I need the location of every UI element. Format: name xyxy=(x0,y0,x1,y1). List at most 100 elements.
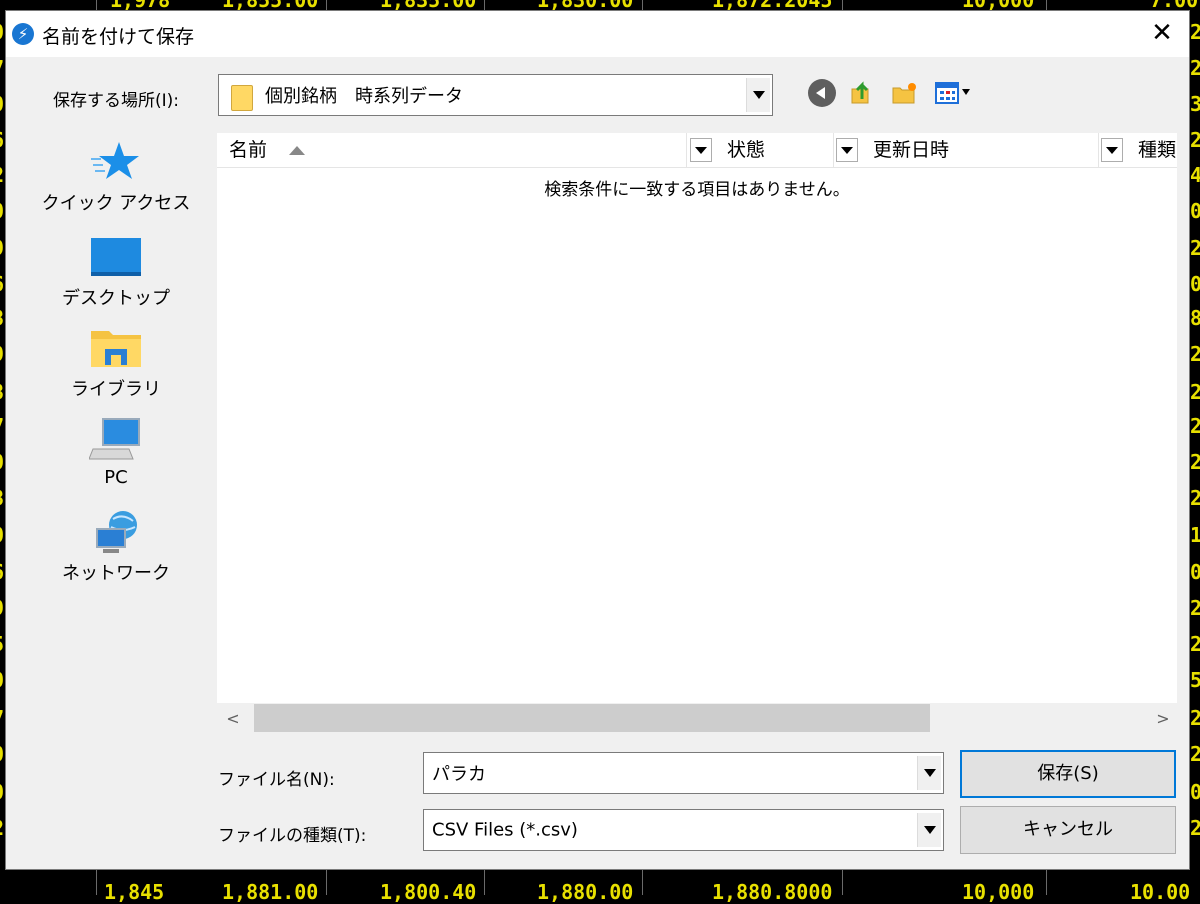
bg-bottom-value: 10,000 xyxy=(962,880,1035,904)
bg-edge-digit: 2 xyxy=(1190,236,1200,260)
filename-label: ファイル名(N): xyxy=(218,770,335,790)
file-list[interactable]: 名前 状態 更新日時 種類 検索条件に一致する項目はありません。 xyxy=(217,133,1177,703)
location-dropdown[interactable]: 個別銘柄 時系列データ xyxy=(218,74,773,116)
column-header-modified[interactable]: 更新日時 xyxy=(861,133,1099,167)
bg-bottom-value: 1,800.40 xyxy=(380,880,477,904)
place-desktop[interactable]: デスクトップ xyxy=(26,234,206,310)
bg-edge-digit: 6 xyxy=(0,128,4,152)
place-label: ライブラリ xyxy=(71,379,161,400)
bg-edge-digit: 0 xyxy=(0,523,4,547)
filename-input[interactable]: パラカ xyxy=(423,752,944,794)
close-button[interactable]: ✕ xyxy=(1135,11,1189,57)
bg-edge-digit: 0 xyxy=(0,20,4,44)
column-filter-dropdown[interactable] xyxy=(690,138,712,162)
bg-edge-digit: 0 xyxy=(1190,560,1200,584)
new-folder-icon[interactable] xyxy=(890,79,918,107)
column-label: 種類 xyxy=(1138,139,1177,161)
scroll-thumb[interactable] xyxy=(254,704,930,732)
bg-bottom-value: 10.00 xyxy=(1130,880,1191,904)
place-network[interactable]: ネットワーク xyxy=(26,509,206,585)
column-label: 状態 xyxy=(727,139,766,161)
horizontal-scrollbar[interactable]: < > xyxy=(217,703,1177,737)
bg-edge-digit: 0 xyxy=(0,668,4,692)
bg-edge-digit: 7 xyxy=(0,56,4,80)
chevron-down-icon[interactable] xyxy=(917,813,941,847)
bg-edge-digit: 8 xyxy=(1190,306,1200,330)
library-icon xyxy=(89,325,143,371)
column-label: 名前 xyxy=(229,139,268,161)
bg-edge-digit: 9 xyxy=(0,236,4,260)
bg-edge-digit: 7 xyxy=(0,706,4,730)
bg-edge-digit: 5 xyxy=(0,632,4,656)
bg-edge-digit: 2 xyxy=(1190,742,1200,766)
title-bar: ⚡ 名前を付けて保存 ✕ xyxy=(6,11,1189,57)
bg-edge-digit: 9 xyxy=(0,596,4,620)
bg-edge-digit: 0 xyxy=(1190,780,1200,804)
bg-bottom-value: 1,880.00 xyxy=(537,880,634,904)
bg-edge-digit: 8 xyxy=(0,486,4,510)
bg-edge-digit: 2 xyxy=(0,816,4,840)
place-quick-access[interactable]: クイック アクセス xyxy=(26,139,206,215)
bg-edge-digit: 6 xyxy=(0,272,4,296)
chevron-down-icon[interactable] xyxy=(746,78,770,112)
column-filter-dropdown[interactable] xyxy=(1101,138,1123,162)
column-header-type[interactable]: 種類 xyxy=(1126,133,1177,167)
bg-edge-digit: 2 xyxy=(1190,816,1200,840)
bg-edge-digit: 7 xyxy=(0,414,4,438)
bg-edge-digit: 3 xyxy=(1190,92,1200,116)
column-header-status[interactable]: 状態 xyxy=(715,133,834,167)
column-label: 更新日時 xyxy=(873,139,950,161)
save-as-dialog: ⚡ 名前を付けて保存 ✕ 保存する場所(I): 個別銘柄 時系列データ クイック… xyxy=(5,10,1190,870)
filetype-value: CSV Files (*.csv) xyxy=(432,819,578,841)
bg-edge-digit: 2 xyxy=(1190,486,1200,510)
bg-edge-digit: 2 xyxy=(1190,596,1200,620)
bg-edge-digit: 2 xyxy=(1190,20,1200,44)
bg-edge-digit: 0 xyxy=(0,742,4,766)
column-filter-dropdown[interactable] xyxy=(836,138,858,162)
bg-bottom-value: 1,880.8000 xyxy=(712,880,833,904)
place-label: PC xyxy=(104,467,128,488)
chevron-down-icon[interactable] xyxy=(917,756,941,790)
bg-edge-digit: 2 xyxy=(1190,632,1200,656)
filetype-dropdown[interactable]: CSV Files (*.csv) xyxy=(423,809,944,851)
cancel-button[interactable]: キャンセル xyxy=(960,806,1176,854)
filetype-label: ファイルの種類(T): xyxy=(218,826,367,846)
bg-bottom-value: 1,845 xyxy=(104,880,165,904)
bg-edge-digit: 6 xyxy=(0,560,4,584)
bg-edge-digit: 2 xyxy=(1190,56,1200,80)
folder-icon xyxy=(231,85,253,111)
place-library[interactable]: ライブラリ xyxy=(26,325,206,401)
bg-edge-digit: 9 xyxy=(0,342,4,366)
bg-edge-digit: 2 xyxy=(1190,380,1200,404)
bg-edge-digit: 0 xyxy=(0,780,4,804)
bg-edge-digit: 0 xyxy=(0,92,4,116)
filename-value: パラカ xyxy=(432,764,486,785)
view-menu-icon[interactable] xyxy=(934,79,976,107)
network-icon xyxy=(89,509,143,555)
back-icon[interactable] xyxy=(808,79,836,107)
place-pc[interactable]: PC xyxy=(26,417,206,488)
empty-list-message: 検索条件に一致する項目はありません。 xyxy=(544,180,850,200)
scroll-right-button[interactable]: > xyxy=(1153,709,1173,729)
bg-edge-digit: 2 xyxy=(1190,414,1200,438)
location-label: 保存する場所(I): xyxy=(53,91,180,111)
save-button[interactable]: 保存(S) xyxy=(960,750,1176,798)
place-label: ネットワーク xyxy=(62,563,170,584)
desktop-icon xyxy=(89,234,143,280)
dialog-title: 名前を付けて保存 xyxy=(42,26,195,48)
bg-edge-digit: 5 xyxy=(1190,668,1200,692)
bg-edge-digit: 0 xyxy=(1190,272,1200,296)
column-header-name[interactable]: 名前 xyxy=(217,133,687,167)
app-lightning-icon: ⚡ xyxy=(12,23,34,45)
bg-edge-digit: 2 xyxy=(1190,706,1200,730)
bg-bottom-value: 1,881.00 xyxy=(222,880,319,904)
star-icon xyxy=(89,139,143,185)
bg-edge-digit: 8 xyxy=(0,306,4,330)
pc-icon xyxy=(88,417,143,463)
bg-edge-digit: 2 xyxy=(0,163,4,187)
bg-edge-digit: 2 xyxy=(1190,450,1200,474)
bg-edge-digit: 2 xyxy=(1190,128,1200,152)
up-folder-icon[interactable] xyxy=(848,79,876,107)
scroll-left-button[interactable]: < xyxy=(223,709,243,729)
sort-ascending-icon xyxy=(289,146,306,155)
